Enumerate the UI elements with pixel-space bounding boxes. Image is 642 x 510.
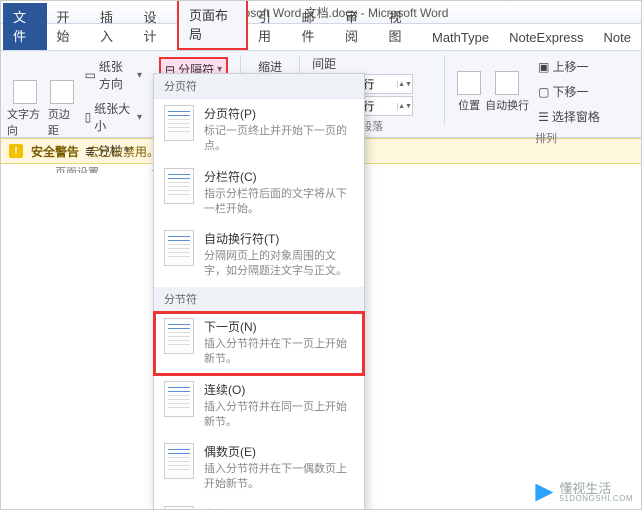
menu-item-title: 奇数页(D) — [204, 506, 354, 510]
menu-item-desc: 分隔网页上的对象周围的文字，如分隔题注文字与正文。 — [204, 249, 354, 279]
position-button[interactable]: 位置 — [457, 71, 481, 113]
text-wrap-break-icon — [164, 230, 194, 266]
columns-button[interactable]: ≣分栏▾ — [80, 139, 147, 162]
group-label: 排列 — [457, 130, 635, 146]
selection-pane-icon: ☰ — [538, 110, 549, 124]
wrap-button[interactable]: 自动换行 — [485, 71, 529, 113]
menu-section-header: 分页符 — [154, 74, 364, 99]
column-break-icon — [164, 168, 194, 204]
tab-design[interactable]: 设计 — [134, 3, 178, 50]
tab-mathtype[interactable]: MathType — [422, 26, 499, 50]
menu-item-desc: 指示分栏符后面的文字将从下一栏开始。 — [204, 187, 354, 217]
menu-item-title: 自动换行符(T) — [204, 230, 354, 247]
group-arrange: 位置 自动换行 ▣上移一 ▢下移一 ☰选择窗格 排列 — [457, 55, 635, 146]
tab-references[interactable]: 引用 — [248, 3, 292, 50]
continuous-icon — [164, 381, 194, 417]
size-button[interactable]: ▯纸张大小▾ — [80, 97, 147, 137]
send-backward-button[interactable]: ▢下移一 — [533, 80, 605, 103]
menu-section-header: 分节符 — [154, 287, 364, 312]
next-page-icon — [164, 318, 194, 354]
group-page-setup: 文字方向 页边距 ▭纸张方向▾ ▯纸张大小▾ ≣分栏▾ 页面设置 — [7, 55, 147, 180]
menu-item-title: 分栏符(C) — [204, 168, 354, 185]
orientation-icon: ▭ — [85, 68, 96, 82]
menu-item-continuous[interactable]: 连续(O) 插入分节符并在同一页上开始新节。 — [154, 375, 364, 438]
bring-forward-icon: ▣ — [538, 60, 549, 74]
text-direction-icon — [13, 80, 37, 104]
bring-forward-button[interactable]: ▣上移一 — [533, 55, 605, 78]
page-break-icon — [164, 105, 194, 141]
spinner-arrows-icon[interactable]: ▲▼ — [397, 103, 412, 110]
tab-page-layout[interactable]: 页面布局 — [177, 0, 248, 50]
chevron-down-icon: ▾ — [125, 145, 130, 156]
tab-note[interactable]: Note — [594, 26, 641, 50]
menu-item-next-page[interactable]: 下一页(N) 插入分节符并在下一页上开始新节。 — [154, 312, 364, 375]
breaks-dropdown-menu: 分页符 分页符(P) 标记一页终止并开始下一页的点。 分栏符(C) 指示分栏符后面的… — [153, 73, 365, 510]
columns-icon: ≣ — [85, 144, 95, 158]
selection-pane-button[interactable]: ☰选择窗格 — [533, 105, 605, 128]
menu-item-title: 连续(O) — [204, 381, 354, 398]
menu-item-desc: 标记一页终止并开始下一页的点。 — [204, 124, 354, 154]
menu-item-odd-page[interactable]: 奇数页(D)插入分节符并在下一奇数页上开始新节。 — [154, 500, 364, 510]
menu-item-page-break[interactable]: 分页符(P) 标记一页终止并开始下一页的点。 — [154, 99, 364, 162]
margins-icon — [50, 80, 74, 104]
separator — [444, 55, 445, 125]
margins-button[interactable]: 页边距 — [48, 80, 76, 138]
chevron-down-icon: ▾ — [137, 112, 142, 123]
tab-insert[interactable]: 插入 — [90, 3, 134, 50]
ribbon-tabs: 文件 开始 插入 设计 页面布局 引用 邮件 审阅 视图 MathType No… — [1, 24, 641, 51]
menu-item-desc: 插入分节符并在同一页上开始新节。 — [204, 400, 354, 430]
position-icon — [457, 71, 481, 95]
menu-item-desc: 插入分节符并在下一偶数页上开始新节。 — [204, 462, 354, 492]
tab-view[interactable]: 视图 — [378, 3, 422, 50]
watermark-sub: 51DONGSHI.COM — [559, 495, 633, 503]
size-icon: ▯ — [85, 110, 92, 124]
menu-item-title: 偶数页(E) — [204, 443, 354, 460]
wrap-icon — [495, 71, 519, 95]
tab-noteexpress[interactable]: NoteExpress — [499, 26, 593, 50]
text-direction-button[interactable]: 文字方向 — [7, 80, 44, 138]
tab-review[interactable]: 审阅 — [335, 3, 379, 50]
tab-file[interactable]: 文件 — [3, 3, 47, 50]
chevron-down-icon: ▾ — [137, 70, 142, 81]
menu-item-desc: 插入分节符并在下一页上开始新节。 — [204, 337, 354, 367]
menu-item-even-page[interactable]: 偶数页(E) 插入分节符并在下一偶数页上开始新节。 — [154, 437, 364, 500]
tab-mailings[interactable]: 邮件 — [291, 3, 335, 50]
orientation-button[interactable]: ▭纸张方向▾ — [80, 55, 147, 95]
send-backward-icon: ▢ — [538, 85, 549, 99]
watermark: 懂视生活 51DONGSHI.COM — [535, 482, 633, 503]
play-icon — [535, 484, 553, 502]
spacing-label: 间距 — [312, 55, 336, 72]
odd-page-icon — [164, 506, 194, 510]
menu-item-column-break[interactable]: 分栏符(C) 指示分栏符后面的文字将从下一栏开始。 — [154, 162, 364, 225]
even-page-icon — [164, 443, 194, 479]
menu-item-title: 分页符(P) — [204, 105, 354, 122]
menu-item-title: 下一页(N) — [204, 318, 354, 335]
menu-item-text-wrap-break[interactable]: 自动换行符(T) 分隔网页上的对象周围的文字，如分隔题注文字与正文。 — [154, 224, 364, 287]
tab-home[interactable]: 开始 — [47, 3, 91, 50]
spinner-arrows-icon[interactable]: ▲▼ — [397, 81, 412, 88]
